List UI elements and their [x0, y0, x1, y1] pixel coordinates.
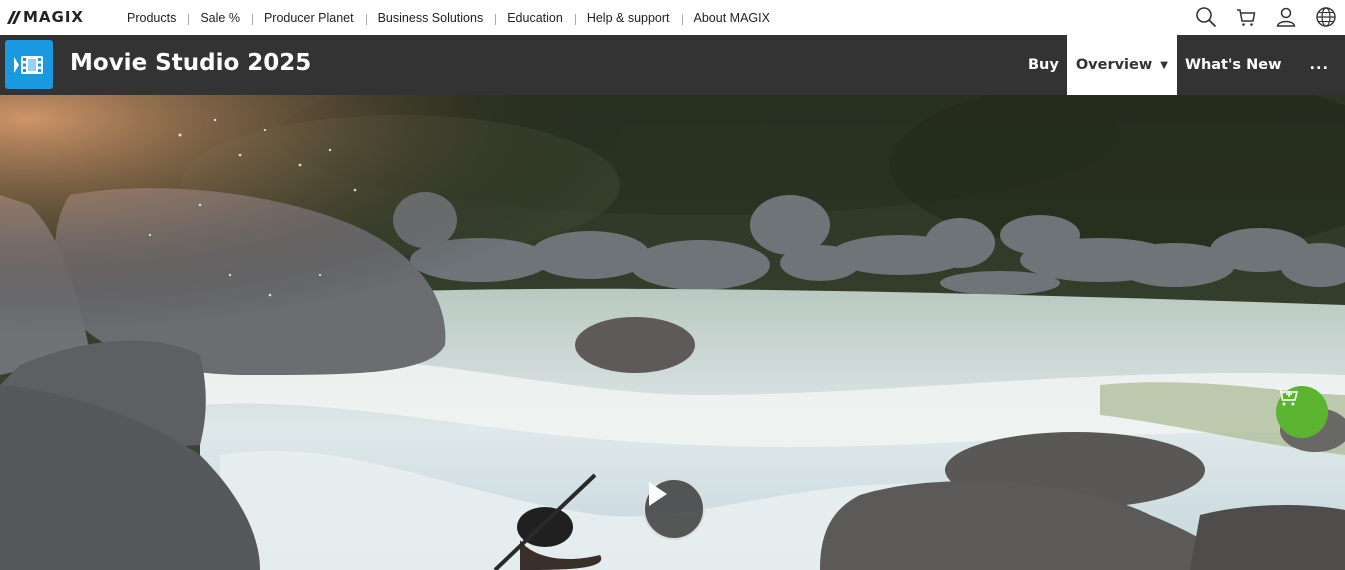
product-title: Movie Studio 2025 [70, 50, 312, 76]
hero-video[interactable] [0, 95, 1345, 570]
more-menu-button[interactable]: ... [1291, 35, 1345, 95]
overview-tab[interactable]: Overview ▼ [1066, 35, 1177, 95]
top-nav-help-support[interactable]: Help & support [574, 11, 682, 25]
cart-icon[interactable] [1233, 4, 1259, 30]
movie-studio-app-icon[interactable] [5, 40, 53, 89]
cart-add-icon [1277, 388, 1299, 406]
magix-logo-text: MAGIX [23, 8, 84, 26]
whats-new-link[interactable]: What's New [1177, 35, 1292, 95]
top-nav-products[interactable]: Products [115, 11, 188, 25]
top-nav-sale[interactable]: Sale % [188, 11, 252, 25]
add-to-cart-floating-button[interactable] [1276, 386, 1328, 438]
top-nav-about-magix[interactable]: About MAGIX [681, 11, 782, 25]
caret-down-icon: ▼ [1160, 59, 1168, 71]
magix-logo[interactable]: MAGIX [6, 6, 84, 28]
top-bar: MAGIX Products Sale % Producer Planet Bu… [0, 0, 1345, 35]
top-icons [1193, 4, 1339, 30]
buy-link[interactable]: Buy [1020, 35, 1067, 95]
magix-logo-mark [6, 10, 22, 24]
user-icon[interactable] [1273, 4, 1299, 30]
top-nav-producer-planet[interactable]: Producer Planet [251, 11, 366, 25]
globe-icon[interactable] [1313, 4, 1339, 30]
play-video-button[interactable] [643, 478, 705, 540]
play-icon [649, 482, 667, 506]
search-icon[interactable] [1193, 4, 1219, 30]
top-nav: Products Sale % Producer Planet Business… [115, 0, 782, 35]
overview-label: Overview [1075, 57, 1153, 73]
top-nav-business-solutions[interactable]: Business Solutions [365, 11, 496, 25]
top-nav-education[interactable]: Education [495, 11, 575, 25]
product-nav: Buy Overview ▼ What's New ... [1020, 35, 1345, 95]
product-bar: Movie Studio 2025 Buy Overview ▼ What's … [0, 35, 1345, 95]
